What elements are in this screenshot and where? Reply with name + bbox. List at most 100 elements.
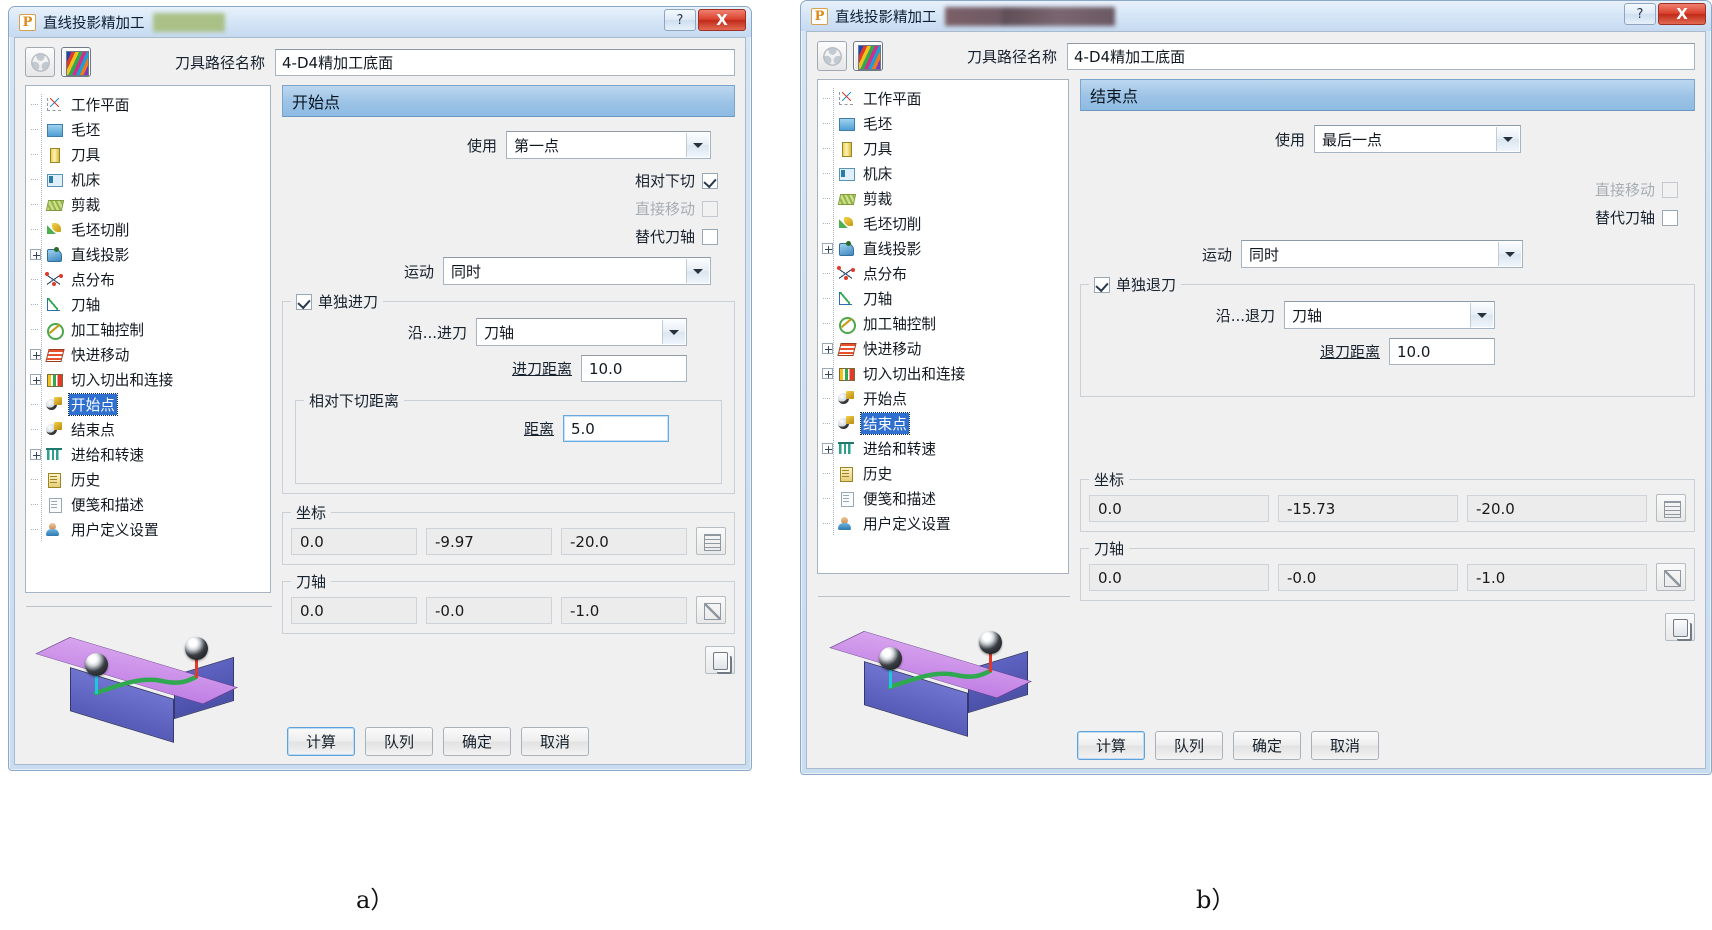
tree-item-14[interactable]: 结束点 — [822, 411, 1066, 436]
color-strip-icon-b[interactable] — [853, 41, 883, 71]
mesh-icon-a[interactable] — [25, 47, 55, 77]
tree-item-9[interactable]: 刀轴 — [822, 286, 1066, 311]
expand-plus-icon[interactable] — [30, 374, 41, 385]
checkbox-a2[interactable] — [702, 228, 718, 245]
coord-y-b[interactable]: -15.73 — [1278, 494, 1458, 522]
relative-distance-link-a[interactable]: 距离 — [308, 418, 554, 439]
expand-plus-icon[interactable] — [822, 243, 833, 254]
relative-distance-input-a[interactable]: 5.0 — [563, 415, 669, 442]
coord-x-b[interactable]: 0.0 — [1089, 494, 1269, 522]
plunge-distance-link-a[interactable]: 进刀距离 — [295, 358, 572, 379]
along-combo-b[interactable]: 刀轴 — [1284, 301, 1495, 329]
axis-k-b[interactable]: -1.0 — [1467, 563, 1647, 591]
color-strip-icon-a[interactable] — [61, 47, 91, 77]
expand-plus-icon[interactable] — [30, 449, 41, 460]
copy-button-b[interactable] — [1665, 613, 1695, 641]
expand-plus-icon[interactable] — [822, 368, 833, 379]
separate-retract-checkbox-b[interactable] — [1094, 276, 1110, 293]
tree-item-1[interactable]: 工作平面 — [822, 86, 1066, 111]
tree-item-2[interactable]: 毛坯 — [822, 111, 1066, 136]
expand-plus-icon[interactable] — [30, 349, 41, 360]
tree-item-3[interactable]: 刀具 — [30, 142, 268, 167]
ok-button-a[interactable]: 确定 — [443, 727, 511, 756]
separate-plunge-checkbox-a[interactable] — [296, 293, 312, 310]
tree-item-7[interactable]: 直线投影 — [822, 236, 1066, 261]
tree-item-18[interactable]: 用户定义设置 — [822, 511, 1066, 536]
axis-i-b[interactable]: 0.0 — [1089, 563, 1269, 591]
motion-combo-a[interactable]: 同时 — [443, 257, 711, 285]
checkbox-row-alt-axis-a[interactable]: 替代刀轴 — [282, 226, 718, 247]
titlebar-b[interactable]: P 直线投影精加工 ? X — [801, 1, 1711, 31]
checkbox-a0[interactable] — [702, 172, 718, 189]
tree-item-8[interactable]: 点分布 — [822, 261, 1066, 286]
axis-j-a[interactable]: -0.0 — [426, 596, 552, 624]
navigation-tree-a[interactable]: 工作平面 毛坯 刀具 机床 剪裁 毛坯切削 直线投影 点分布 刀轴 加工轴控制 快进移动 切入切出和连… — [25, 85, 271, 593]
tree-item-11[interactable]: 快进移动 — [822, 336, 1066, 361]
chevron-down-icon-a1[interactable] — [686, 133, 709, 157]
chevron-down-icon-b2[interactable] — [1498, 242, 1521, 266]
toolpath-name-input-a[interactable]: 4-D4精加工底面 — [275, 48, 735, 76]
tree-item-16[interactable]: 历史 — [30, 467, 268, 492]
retract-distance-input-b[interactable]: 10.0 — [1389, 338, 1495, 365]
tree-item-18[interactable]: 用户定义设置 — [30, 517, 268, 542]
tree-item-17[interactable]: 便笺和描述 — [822, 486, 1066, 511]
coord-y-a[interactable]: -9.97 — [426, 527, 552, 555]
axis-j-b[interactable]: -0.0 — [1278, 563, 1458, 591]
tree-item-7[interactable]: 直线投影 — [30, 242, 268, 267]
tree-item-13[interactable]: 开始点 — [822, 386, 1066, 411]
retract-distance-link-b[interactable]: 退刀距离 — [1093, 341, 1380, 362]
tree-item-12[interactable]: 切入切出和连接 — [30, 367, 268, 392]
motion-combo-b[interactable]: 同时 — [1241, 240, 1523, 268]
tree-item-10[interactable]: 加工轴控制 — [30, 317, 268, 342]
titlebar-a[interactable]: P 直线投影精加工 ? X — [9, 7, 751, 37]
tree-item-5[interactable]: 剪裁 — [30, 192, 268, 217]
chevron-down-icon-b3[interactable] — [1470, 303, 1493, 327]
expand-plus-icon[interactable] — [822, 343, 833, 354]
chevron-down-icon-b1[interactable] — [1496, 127, 1519, 151]
help-button-b[interactable]: ? — [1624, 3, 1656, 25]
mesh-icon-b[interactable] — [817, 41, 847, 71]
coord-z-a[interactable]: -20.0 — [561, 527, 687, 555]
close-button-b[interactable]: X — [1658, 3, 1706, 25]
expand-plus-icon[interactable] — [30, 249, 41, 260]
tree-item-1[interactable]: 工作平面 — [30, 92, 268, 117]
tree-item-15[interactable]: 进给和转速 — [822, 436, 1066, 461]
tree-item-2[interactable]: 毛坯 — [30, 117, 268, 142]
axis-picker-button-a[interactable] — [696, 596, 726, 624]
navigation-tree-b[interactable]: 工作平面 毛坯 刀具 机床 剪裁 毛坯切削 直线投影 点分布 刀轴 加工轴控制 快进移动 切入切出和连… — [817, 79, 1069, 574]
checkbox-b1[interactable] — [1662, 209, 1678, 226]
queue-button-a[interactable]: 队列 — [365, 727, 433, 756]
tree-item-8[interactable]: 点分布 — [30, 267, 268, 292]
ok-button-b[interactable]: 确定 — [1233, 731, 1301, 760]
chevron-down-icon-a2[interactable] — [686, 259, 709, 283]
separate-retract-title-b[interactable]: 单独退刀 — [1089, 274, 1182, 295]
coordinate-picker-button-a[interactable] — [696, 527, 726, 555]
calculate-button-a[interactable]: 计算 — [287, 727, 355, 756]
along-combo-a[interactable]: 刀轴 — [476, 318, 687, 346]
use-combo-b[interactable]: 最后一点 — [1314, 125, 1521, 153]
chevron-down-icon-a3[interactable] — [662, 320, 685, 344]
tree-item-16[interactable]: 历史 — [822, 461, 1066, 486]
queue-button-b[interactable]: 队列 — [1155, 731, 1223, 760]
tree-item-4[interactable]: 机床 — [30, 167, 268, 192]
cancel-button-a[interactable]: 取消 — [521, 727, 589, 756]
tree-item-10[interactable]: 加工轴控制 — [822, 311, 1066, 336]
axis-picker-button-b[interactable] — [1656, 563, 1686, 591]
copy-button-a[interactable] — [705, 646, 735, 674]
toolpath-name-input-b[interactable]: 4-D4精加工底面 — [1067, 42, 1695, 70]
help-button-a[interactable]: ? — [664, 9, 696, 31]
checkbox-row-alt-axis-b[interactable]: 替代刀轴 — [1080, 207, 1678, 228]
tree-item-12[interactable]: 切入切出和连接 — [822, 361, 1066, 386]
tree-item-13[interactable]: 开始点 — [30, 392, 268, 417]
tree-item-3[interactable]: 刀具 — [822, 136, 1066, 161]
close-button-a[interactable]: X — [698, 9, 746, 31]
calculate-button-b[interactable]: 计算 — [1077, 731, 1145, 760]
tree-item-5[interactable]: 剪裁 — [822, 186, 1066, 211]
tree-item-6[interactable]: 毛坯切削 — [822, 211, 1066, 236]
tree-item-15[interactable]: 进给和转速 — [30, 442, 268, 467]
separate-plunge-title-a[interactable]: 单独进刀 — [291, 291, 384, 312]
axis-k-a[interactable]: -1.0 — [561, 596, 687, 624]
checkbox-row-relative-plunge-a[interactable]: 相对下切 — [282, 170, 718, 191]
tree-item-14[interactable]: 结束点 — [30, 417, 268, 442]
coord-x-a[interactable]: 0.0 — [291, 527, 417, 555]
